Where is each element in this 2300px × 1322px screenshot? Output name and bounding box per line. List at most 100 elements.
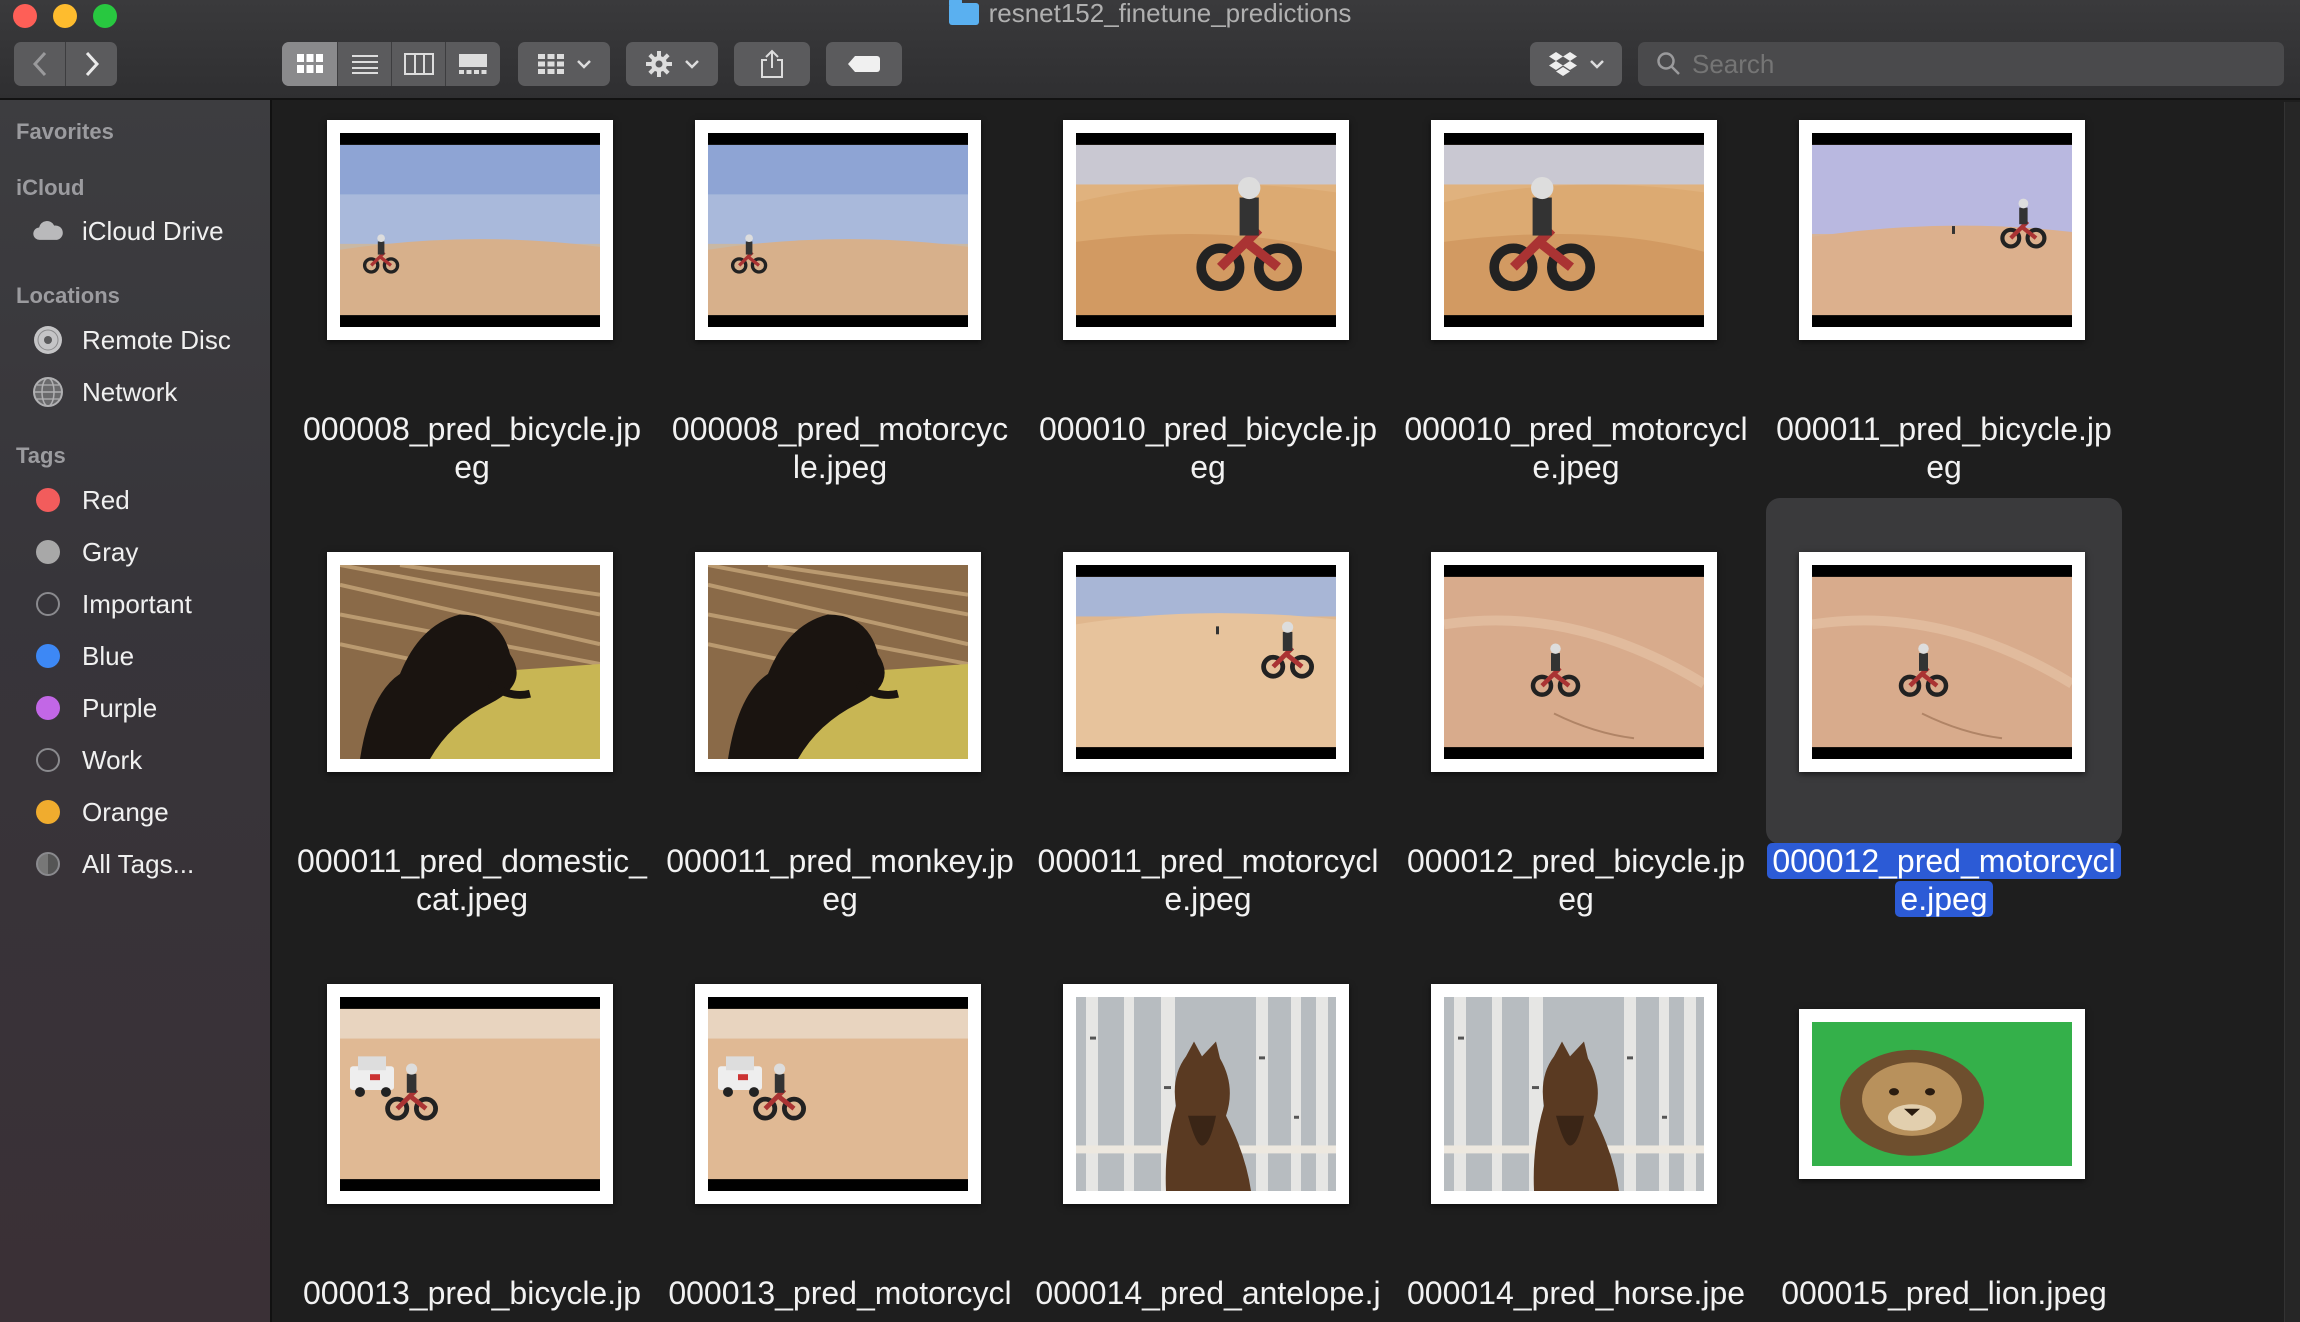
- sidebar-tag-item[interactable]: Work: [32, 740, 142, 780]
- share-button[interactable]: [734, 42, 810, 86]
- chevron-down-icon: [685, 60, 699, 69]
- sidebar-item-label: Purple: [82, 692, 158, 723]
- globe-icon: [32, 376, 64, 408]
- file-name-line-2: e.jpeg: [1164, 881, 1252, 917]
- file-thumbnail[interactable]: [695, 552, 981, 772]
- search-field[interactable]: [1638, 42, 2284, 86]
- file-thumbnail[interactable]: [1063, 984, 1349, 1204]
- file-thumbnail[interactable]: [1799, 120, 2085, 340]
- thumbnail-image: [1076, 565, 1336, 759]
- dropbox-icon: [1549, 52, 1577, 76]
- list-view-button[interactable]: [337, 42, 391, 86]
- file-thumbnail[interactable]: [1799, 1009, 2085, 1179]
- sidebar-tag-item[interactable]: Orange: [32, 792, 169, 832]
- file-grid: 000008_pred_bicycle.jp eg 000008_pred_mot…: [274, 102, 2300, 1322]
- share-icon: [761, 49, 783, 78]
- file-thumbnail[interactable]: [327, 552, 613, 772]
- sidebar-item-remote-disc[interactable]: Remote Disc: [32, 320, 231, 360]
- sidebar-item-label: All Tags...: [82, 848, 195, 879]
- file-thumbnail[interactable]: [1431, 120, 1717, 340]
- tag-color-dot-icon: [32, 692, 64, 724]
- file-name[interactable]: 000013_pred_motorcycl: [656, 1274, 1024, 1312]
- file-name[interactable]: 000011_pred_motorcycl e.jpeg: [1024, 842, 1392, 918]
- file-thumbnail[interactable]: [1799, 552, 2085, 772]
- thumbnail-image: [708, 997, 968, 1191]
- file-thumbnail[interactable]: [1063, 552, 1349, 772]
- file-name[interactable]: 000011_pred_bicycle.jp eg: [1760, 410, 2128, 486]
- gallery-view-button[interactable]: [445, 42, 500, 86]
- tag-dot: [36, 540, 60, 564]
- chevron-down-icon: [577, 60, 591, 69]
- tag-dot: [36, 800, 60, 824]
- list-icon: [351, 55, 378, 74]
- action-menu-button[interactable]: [626, 42, 718, 86]
- file-name-line-2: le.jpeg: [792, 449, 888, 485]
- folder-icon: [948, 0, 979, 25]
- file-name-line-1: 000010_pred_motorcycl: [1404, 411, 1748, 447]
- tag-dot: [36, 488, 60, 512]
- file-thumbnail[interactable]: [695, 984, 981, 1204]
- file-name[interactable]: 000010_pred_bicycle.jp eg: [1024, 410, 1392, 486]
- file-name-line-1: 000011_pred_bicycle.jp: [1776, 411, 2112, 447]
- scrollbar[interactable]: [2284, 102, 2300, 1322]
- sidebar-item-network[interactable]: Network: [32, 372, 177, 412]
- window-title-text: resnet152_finetune_predictions: [988, 0, 1352, 28]
- file-name[interactable]: 000012_pred_bicycle.jp eg: [1392, 842, 1760, 918]
- icon-view-button[interactable]: [282, 42, 337, 86]
- thumbnail-image: [1444, 133, 1704, 327]
- thumbnail-image: [708, 133, 968, 327]
- file-name[interactable]: 000008_pred_bicycle.jp eg: [288, 410, 656, 486]
- file-name[interactable]: 000014_pred_horse.jpe: [1392, 1274, 1760, 1312]
- file-name-line-1: 000011_pred_domestic_: [297, 843, 647, 879]
- sidebar-tag-item[interactable]: Gray: [32, 532, 138, 572]
- tag-icon: [848, 56, 880, 72]
- file-name[interactable]: 000011_pred_monkey.jp eg: [656, 842, 1024, 918]
- gear-icon: [646, 51, 672, 77]
- file-name[interactable]: 000015_pred_lion.jpeg: [1760, 1274, 2128, 1312]
- tag-dot: [36, 644, 60, 668]
- file-thumbnail[interactable]: [1431, 984, 1717, 1204]
- sidebar-item-label: Network: [82, 376, 178, 407]
- file-name-line-1: 000012_pred_bicycle.jp: [1406, 843, 1746, 879]
- sidebar-item-label: Gray: [82, 536, 139, 567]
- search-input[interactable]: [1682, 42, 2284, 86]
- column-view-button[interactable]: [391, 42, 445, 86]
- file-thumbnail[interactable]: [1431, 552, 1717, 772]
- navigation-group: [14, 42, 117, 86]
- dropbox-button[interactable]: [1530, 42, 1622, 86]
- file-name[interactable]: 000008_pred_motorcyc le.jpeg: [656, 410, 1024, 486]
- sidebar-tag-item[interactable]: Blue: [32, 636, 134, 676]
- file-name-line-1: 000012_pred_motorcycl: [1767, 843, 2121, 879]
- file-name-line-1: 000011_pred_motorcycl: [1037, 843, 1379, 879]
- tag-color-dot-icon: [32, 536, 64, 568]
- sidebar-tag-item[interactable]: All Tags...: [32, 844, 194, 884]
- file-name[interactable]: 000014_pred_antelope.j: [1024, 1274, 1392, 1312]
- sidebar: Favorites iCloud iCloud Drive Locations …: [0, 100, 272, 1322]
- thumbnail-image: [1444, 565, 1704, 759]
- file-thumbnail[interactable]: [327, 984, 613, 1204]
- thumbnail-image: [1076, 133, 1336, 327]
- icon-grid-icon: [296, 54, 323, 73]
- all-tags-icon: [32, 848, 64, 880]
- file-thumbnail[interactable]: [1063, 120, 1349, 340]
- tag-color-dot-icon: [32, 796, 64, 828]
- file-name[interactable]: 000011_pred_domestic_ cat.jpeg: [288, 842, 656, 918]
- forward-button[interactable]: [65, 42, 117, 86]
- edit-tags-button[interactable]: [826, 42, 902, 86]
- tag-dot: [36, 748, 60, 772]
- sidebar-tag-item[interactable]: Purple: [32, 688, 157, 728]
- file-thumbnail[interactable]: [327, 120, 613, 340]
- file-name[interactable]: 000013_pred_bicycle.jp: [288, 1274, 656, 1312]
- file-name-line-1: 000013_pred_motorcycl: [668, 1275, 1012, 1311]
- tag-color-dot-icon: [32, 484, 64, 516]
- file-thumbnail[interactable]: [695, 120, 981, 340]
- sidebar-tag-item[interactable]: Red: [32, 480, 130, 520]
- thumbnail-image: [1812, 565, 2072, 759]
- back-button[interactable]: [14, 42, 65, 86]
- sidebar-tag-item[interactable]: Important: [32, 584, 192, 624]
- grid-options-icon: [538, 54, 564, 74]
- group-by-button[interactable]: [518, 42, 610, 86]
- file-name[interactable]: 000012_pred_motorcycl e.jpeg: [1760, 842, 2128, 918]
- file-name[interactable]: 000010_pred_motorcycl e.jpeg: [1392, 410, 1760, 486]
- sidebar-item-icloud-drive[interactable]: iCloud Drive: [32, 211, 224, 251]
